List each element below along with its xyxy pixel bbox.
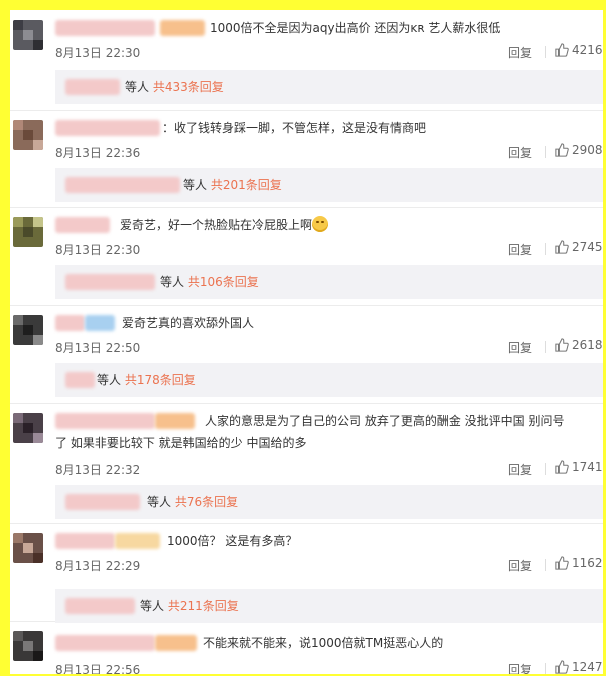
comment-text: ：收了钱转身踩一脚，不管怎样，这是没有情商吧 bbox=[162, 121, 427, 135]
avatar[interactable] bbox=[13, 315, 43, 345]
comment-date: 8月13日 22:36 bbox=[55, 146, 141, 160]
reply-button[interactable]: 回复 bbox=[508, 339, 532, 356]
reply-button[interactable]: 回复 bbox=[508, 661, 532, 674]
action-divider bbox=[545, 146, 546, 158]
like-button[interactable]: 1247 bbox=[555, 660, 603, 674]
like-button[interactable]: 2618 bbox=[555, 338, 603, 352]
replies-summary-text[interactable]: 等人 共211条回复 bbox=[140, 598, 239, 614]
comment-text-line-1: 人家的意思是为了自己的公司 放弃了更高的酬金 没批评中国 别问号 bbox=[205, 414, 565, 428]
action-divider bbox=[545, 243, 546, 255]
like-button[interactable]: 2745 bbox=[555, 240, 603, 254]
reply-users-blurred bbox=[65, 177, 180, 193]
thumbs-up-icon bbox=[555, 660, 569, 674]
comment-date: 8月13日 22:30 bbox=[55, 243, 141, 257]
user-badge-blurred bbox=[115, 533, 160, 549]
user-badge-blurred bbox=[160, 20, 205, 36]
action-divider bbox=[545, 46, 546, 58]
comment-text: 1000倍？ 这是有多高？ bbox=[167, 534, 298, 548]
comment-text: 1000倍不全是因为aqy出高价 还因为ᴋʀ 艺人薪水很低 bbox=[210, 21, 501, 35]
action-divider bbox=[545, 663, 546, 674]
like-count: 4216 bbox=[572, 43, 603, 57]
reply-users-blurred bbox=[65, 372, 95, 388]
avatar[interactable] bbox=[13, 120, 43, 150]
reply-button[interactable]: 回复 bbox=[508, 44, 532, 61]
replies-summary[interactable]: 等人 共76条回复 bbox=[55, 485, 603, 519]
comment-item: 1000倍？ 这是有多高？ 8月13日 22:29 回复 1162 等人 共21… bbox=[10, 523, 603, 623]
reply-users-blurred bbox=[65, 79, 120, 95]
action-divider bbox=[545, 341, 546, 353]
replies-summary-text[interactable]: 等人 共178条回复 bbox=[97, 372, 196, 388]
avatar[interactable] bbox=[13, 20, 43, 50]
replies-summary-text[interactable]: 等人 共106条回复 bbox=[160, 274, 259, 290]
avatar[interactable] bbox=[13, 413, 43, 443]
comment-panel: 1000倍不全是因为aqy出高价 还因为ᴋʀ 艺人薪水很低 8月13日 22:3… bbox=[10, 10, 603, 674]
action-divider bbox=[545, 559, 546, 571]
thumbs-up-icon bbox=[555, 43, 569, 57]
reply-button[interactable]: 回复 bbox=[508, 144, 532, 161]
username-blurred[interactable] bbox=[55, 315, 85, 331]
avatar[interactable] bbox=[13, 533, 43, 563]
avatar[interactable] bbox=[13, 217, 43, 247]
comment-date: 8月13日 22:29 bbox=[55, 559, 141, 573]
reply-button[interactable]: 回复 bbox=[508, 461, 532, 478]
comment-text: 不能来就不能来，说1000倍就TM挺恶心人的 bbox=[203, 636, 444, 650]
yellow-frame: 1000倍不全是因为aqy出高价 还因为ᴋʀ 艺人薪水很低 8月13日 22:3… bbox=[0, 0, 606, 676]
comment-text-line-2: 了 如果非要比较下 就是韩国给的少 中国给的多 bbox=[55, 436, 307, 450]
user-badge-blurred bbox=[85, 315, 115, 331]
reply-button[interactable]: 回复 bbox=[508, 557, 532, 574]
comment-item: 1000倍不全是因为aqy出高价 还因为ᴋʀ 艺人薪水很低 8月13日 22:3… bbox=[10, 10, 603, 111]
thumbs-up-icon bbox=[555, 460, 569, 474]
like-button[interactable]: 2908 bbox=[555, 143, 603, 157]
username-blurred[interactable] bbox=[55, 217, 110, 233]
comment-item: 不能来就不能来，说1000倍就TM挺恶心人的 8月13日 22:56 回复 12… bbox=[10, 621, 603, 674]
username-blurred[interactable] bbox=[55, 20, 155, 36]
thumbs-up-icon bbox=[555, 556, 569, 570]
replies-summary[interactable]: 等人 共211条回复 bbox=[55, 589, 603, 623]
reply-users-blurred bbox=[65, 494, 140, 510]
replies-summary[interactable]: 等人 共106条回复 bbox=[55, 265, 603, 299]
reply-users-blurred bbox=[65, 274, 155, 290]
like-count: 1247 bbox=[572, 660, 603, 674]
username-blurred[interactable] bbox=[55, 413, 155, 429]
avatar[interactable] bbox=[13, 631, 43, 661]
comment-item: 人家的意思是为了自己的公司 放弃了更高的酬金 没批评中国 别问号 了 如果非要比… bbox=[10, 403, 603, 524]
thumbs-up-icon bbox=[555, 240, 569, 254]
like-count: 2745 bbox=[572, 240, 603, 254]
replies-summary-text[interactable]: 等人 共201条回复 bbox=[183, 177, 282, 193]
like-count: 1162 bbox=[572, 556, 603, 570]
like-count: 2618 bbox=[572, 338, 603, 352]
comment-date: 8月13日 22:56 bbox=[55, 663, 141, 674]
replies-summary[interactable]: 等人 共178条回复 bbox=[55, 363, 603, 397]
replies-summary[interactable]: 等人 共201条回复 bbox=[55, 168, 603, 202]
like-button[interactable]: 1741 bbox=[555, 460, 603, 474]
username-blurred[interactable] bbox=[55, 635, 155, 651]
comment-date: 8月13日 22:50 bbox=[55, 341, 141, 355]
comment-item: 爱奇艺，好一个热脸贴在冷屁股上啊 8月13日 22:30 回复 2745 等人 … bbox=[10, 207, 603, 306]
user-badge-blurred bbox=[155, 413, 195, 429]
comment-date: 8月13日 22:30 bbox=[55, 46, 141, 60]
thumbs-up-icon bbox=[555, 338, 569, 352]
comment-item: 爱奇艺真的喜欢舔外国人 8月13日 22:50 回复 2618 等人 共178条… bbox=[10, 305, 603, 404]
like-button[interactable]: 4216 bbox=[555, 43, 603, 57]
comment-date: 8月13日 22:32 bbox=[55, 463, 141, 477]
like-count: 1741 bbox=[572, 460, 603, 474]
user-badge-blurred bbox=[155, 635, 197, 651]
comment-item: ：收了钱转身踩一脚，不管怎样，这是没有情商吧 8月13日 22:36 回复 29… bbox=[10, 110, 603, 208]
username-blurred[interactable] bbox=[55, 120, 160, 136]
username-blurred[interactable] bbox=[55, 533, 115, 549]
comment-text: 爱奇艺真的喜欢舔外国人 bbox=[122, 316, 255, 330]
action-divider bbox=[545, 463, 546, 475]
like-button[interactable]: 1162 bbox=[555, 556, 603, 570]
thumbs-up-icon bbox=[555, 143, 569, 157]
replies-summary[interactable]: 等人 共433条回复 bbox=[55, 70, 603, 104]
replies-summary-text[interactable]: 等人 共76条回复 bbox=[147, 494, 238, 510]
comment-text: 爱奇艺，好一个热脸贴在冷屁股上啊 bbox=[120, 215, 329, 235]
reply-button[interactable]: 回复 bbox=[508, 241, 532, 258]
like-count: 2908 bbox=[572, 143, 603, 157]
shy-face-emoji bbox=[312, 216, 329, 232]
reply-users-blurred bbox=[65, 598, 135, 614]
replies-summary-text[interactable]: 等人 共433条回复 bbox=[125, 79, 224, 95]
